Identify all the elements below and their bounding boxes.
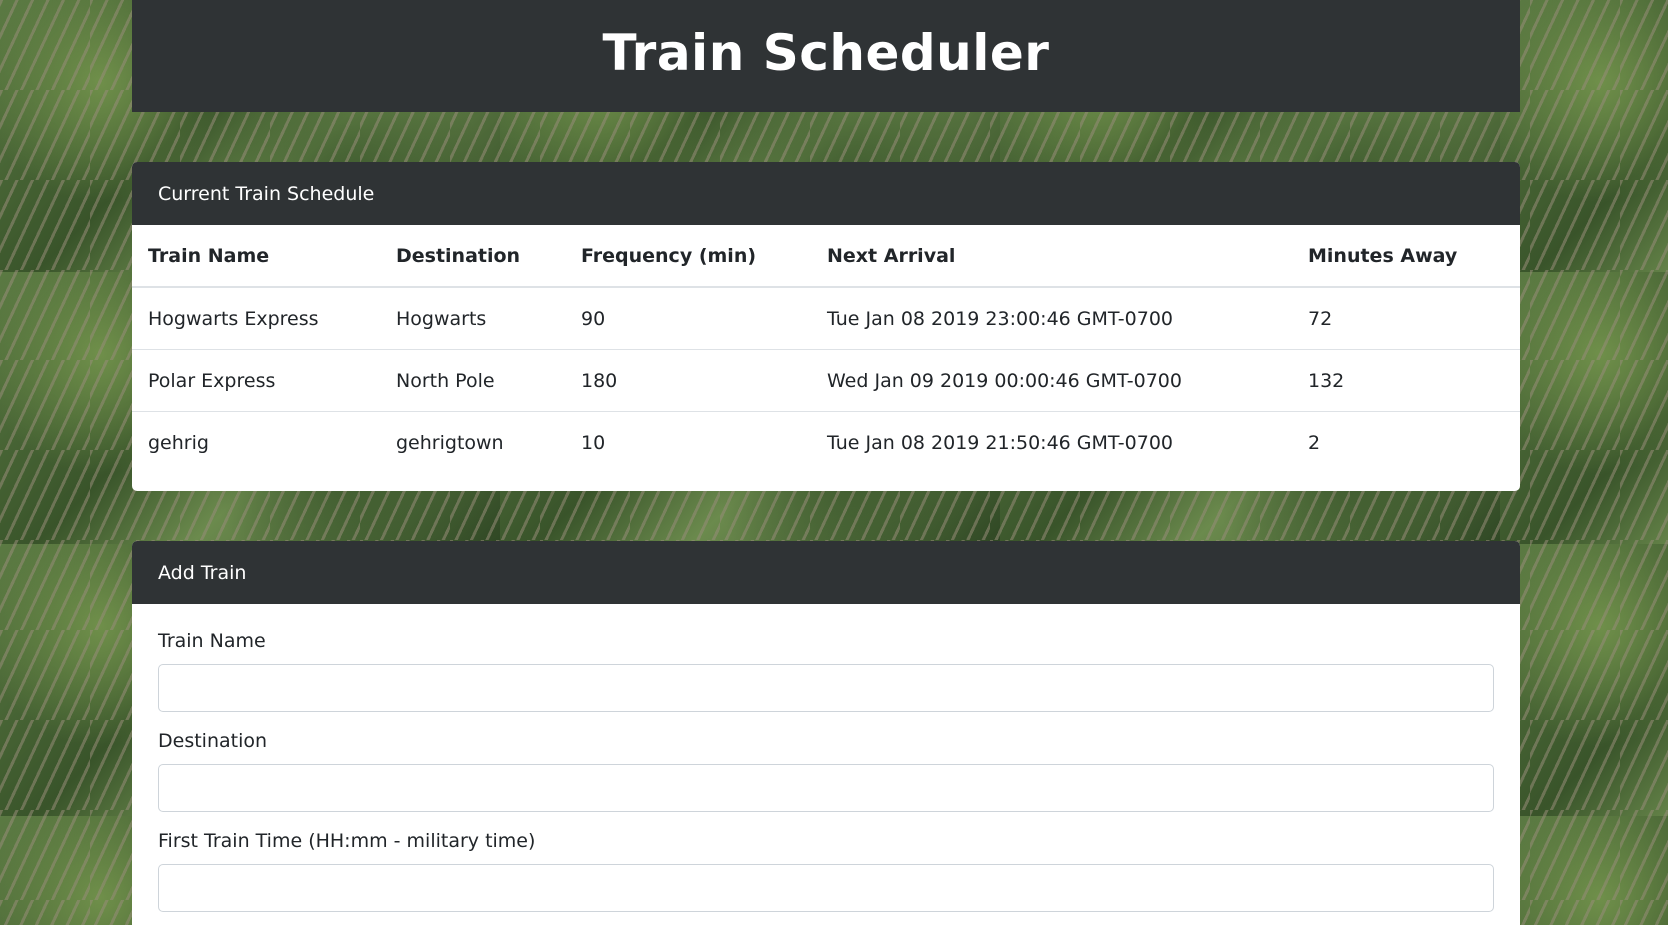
cell-minutes-away: 2 [1308, 431, 1321, 454]
column-header-train-name: Train Name [132, 225, 380, 288]
page-title: Train Scheduler [602, 24, 1050, 82]
cell-next-arrival: Tue Jan 08 2019 23:00:46 GMT-0700 [811, 287, 1292, 350]
cell-frequency: 180 [565, 349, 811, 412]
first-train-time-label: First Train Time (HH:mm - military time) [158, 830, 536, 852]
destination-label: Destination [158, 730, 268, 752]
train-name-label: Train Name [158, 630, 266, 652]
page-header: Train Scheduler [132, 0, 1520, 112]
schedule-card: Current Train Schedule Train Name Destin… [132, 162, 1520, 491]
cell-destination: gehrigtown [396, 431, 504, 454]
column-header-frequency: Frequency (min) [565, 225, 811, 288]
add-train-form: Train Name Destination First Train Time … [132, 604, 1520, 912]
table-row: gehrig gehrigtown 10 Tue Jan 08 2019 21:… [132, 412, 1520, 474]
cell-frequency: 10 [581, 431, 606, 454]
table-row: Polar Express North Pole 180 Wed Jan 09 … [132, 349, 1520, 412]
table-row: Hogwarts Express Hogwarts 90 Tue Jan 08 … [132, 287, 1520, 350]
cell-destination: North Pole [380, 349, 565, 412]
cell-minutes-away: 72 [1292, 287, 1520, 350]
cell-train-name: gehrig [148, 431, 209, 454]
column-header-minutes-away: Minutes Away [1292, 225, 1520, 288]
add-train-card: Add Train Train Name Destination First T… [132, 541, 1520, 925]
table-header-row: Train Name Destination Frequency (min) N… [132, 225, 1520, 288]
train-name-group: Train Name [158, 630, 1494, 712]
column-header-destination: Destination [380, 225, 565, 288]
add-train-card-header: Add Train [132, 541, 1520, 604]
cell-next-arrival: Tue Jan 08 2019 21:50:46 GMT-0700 [827, 431, 1173, 454]
cell-next-arrival: Wed Jan 09 2019 00:00:46 GMT-0700 [811, 349, 1292, 412]
cell-destination: Hogwarts [380, 287, 565, 350]
cell-frequency: 90 [565, 287, 811, 350]
destination-group: Destination [158, 730, 1494, 812]
schedule-card-header: Current Train Schedule [132, 162, 1520, 225]
first-train-time-input[interactable] [158, 864, 1494, 912]
column-header-next-arrival: Next Arrival [811, 225, 1292, 288]
cell-minutes-away: 132 [1292, 349, 1520, 412]
cell-train-name: Polar Express [132, 349, 380, 412]
train-name-input[interactable] [158, 664, 1494, 712]
first-train-time-group: First Train Time (HH:mm - military time) [158, 830, 1494, 912]
schedule-table: Train Name Destination Frequency (min) N… [132, 225, 1520, 473]
destination-input[interactable] [158, 764, 1494, 812]
cell-train-name: Hogwarts Express [132, 287, 380, 350]
